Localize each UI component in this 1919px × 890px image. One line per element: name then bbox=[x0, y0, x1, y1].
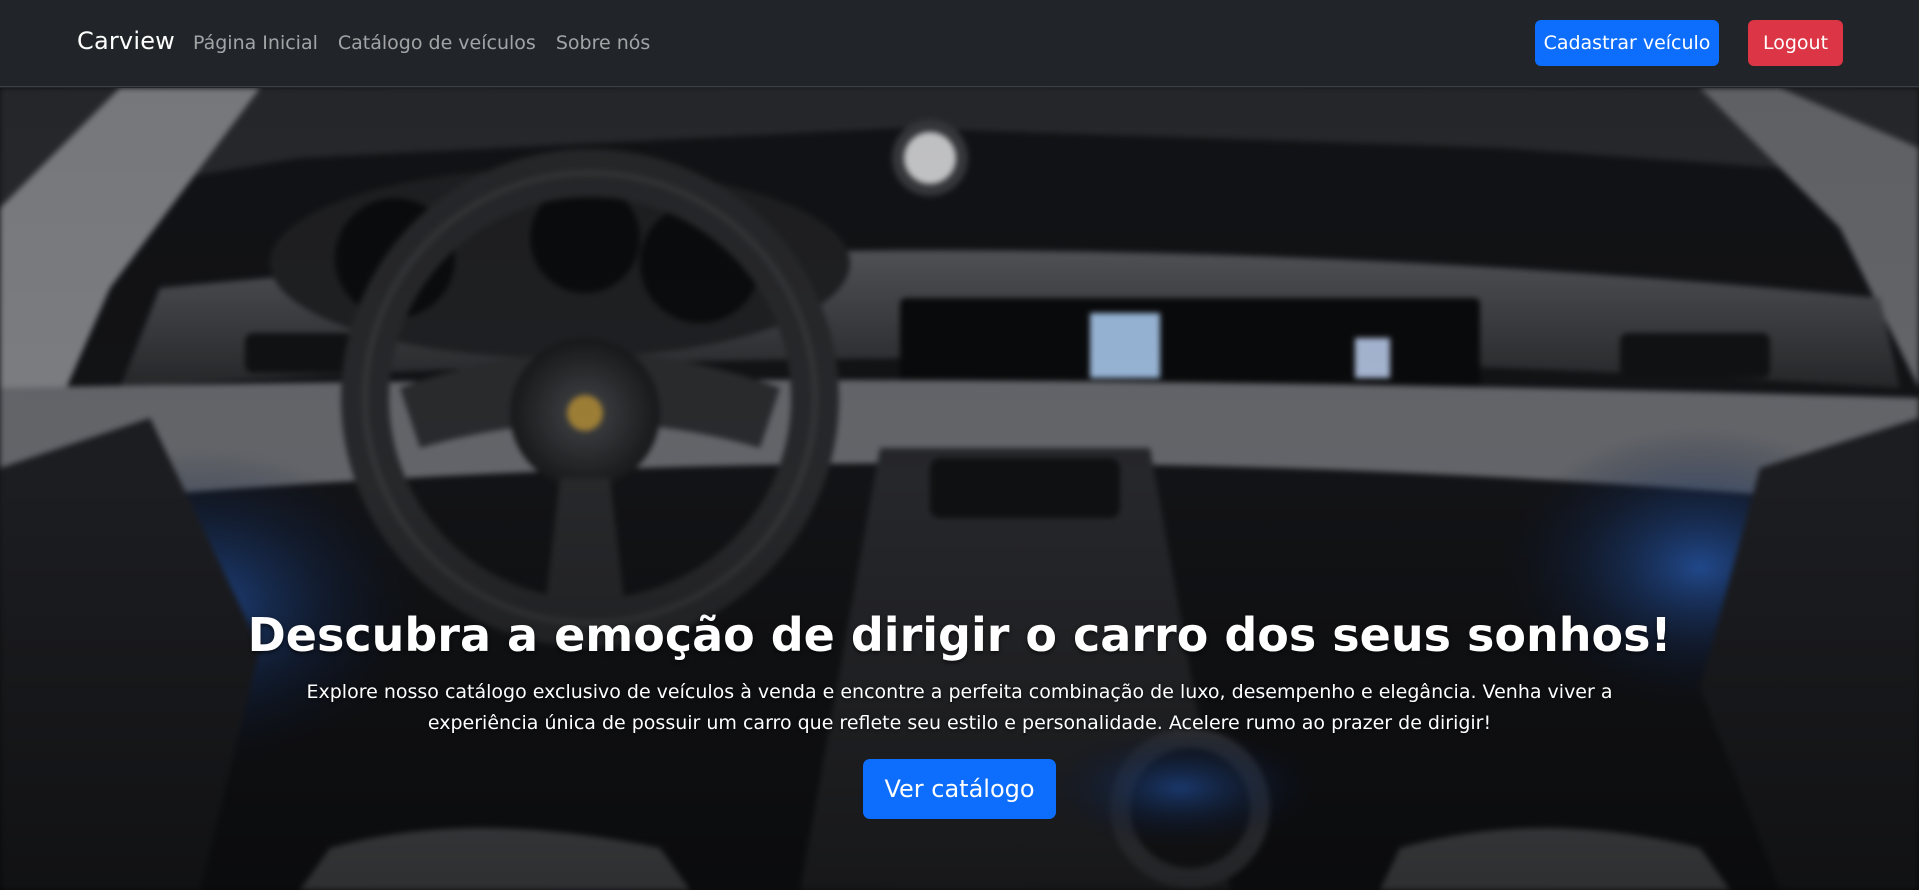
brand-logo[interactable]: Carview bbox=[77, 27, 175, 55]
register-vehicle-button[interactable]: Cadastrar veículo bbox=[1535, 20, 1719, 66]
hero-section: Descubra a emoção de dirigir o carro dos… bbox=[0, 88, 1919, 890]
logout-button[interactable]: Logout bbox=[1748, 20, 1843, 66]
nav-link-home[interactable]: Página Inicial bbox=[193, 32, 318, 54]
hero-title: Descubra a emoção de dirigir o carro dos… bbox=[247, 608, 1672, 662]
view-catalog-button[interactable]: Ver catálogo bbox=[863, 759, 1056, 820]
nav-link-about[interactable]: Sobre nós bbox=[556, 32, 650, 54]
nav-links: Página Inicial Catálogo de veículos Sobr… bbox=[193, 32, 650, 54]
hero-content: Descubra a emoção de dirigir o carro dos… bbox=[0, 608, 1919, 820]
nav-link-catalog[interactable]: Catálogo de veículos bbox=[338, 32, 536, 54]
top-navbar: Carview Página Inicial Catálogo de veícu… bbox=[0, 0, 1919, 87]
hero-description: Explore nosso catálogo exclusivo de veíc… bbox=[306, 681, 1613, 735]
